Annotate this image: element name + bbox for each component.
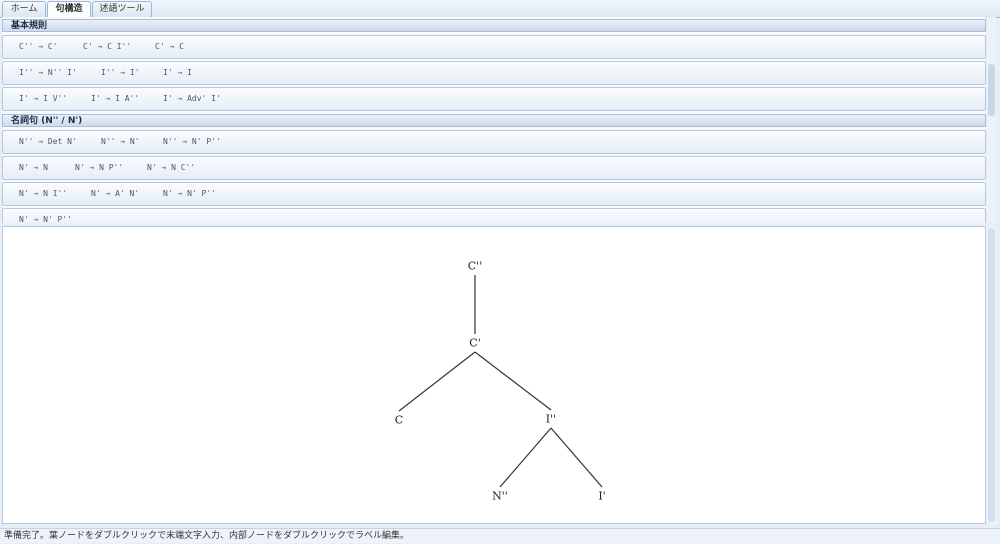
rule-button[interactable]: N' → N' P'' [163,183,216,205]
rule-button[interactable]: N'' → N' [101,131,140,153]
tree-edge [550,427,603,488]
rule-button[interactable]: N'' → N' P'' [163,131,221,153]
section-header-noun-phrase: 名詞句 (N'' / N') [2,114,986,127]
rule-button[interactable]: N' → N P'' [75,157,123,179]
status-bar: 準備完了。葉ノードをダブルクリックで末端文字入力、内部ノードをダブルクリックでラ… [0,528,1000,543]
rule-row: N' → N N' → N P'' N' → N C'' [2,156,986,180]
rule-row: N' → N' P'' [2,208,986,223]
tab-predicate-tool[interactable]: 述語ツール [92,1,152,17]
tree-node[interactable]: N'' [492,490,508,503]
tree-node[interactable]: I'' [546,413,556,426]
tree-edge [398,351,476,412]
tree-canvas-scrollbar-thumb[interactable] [988,228,995,522]
rule-panel: 基本規則 C'' → C' C' → C I'' C' → C I'' → N'… [2,17,986,223]
tab-bar: ホーム 句構造 述語ツール [0,0,1000,18]
rule-button[interactable]: N' → N I'' [19,183,67,205]
rule-button[interactable]: N' → A' N' [91,183,139,205]
tab-home[interactable]: ホーム [2,1,46,17]
rule-panel-scrollbar[interactable] [987,17,996,223]
rule-row: I'' → N'' I' I'' → I' I' → I [2,61,986,85]
status-text: 準備完了。葉ノードをダブルクリックで末端文字入力、内部ノードをダブルクリックでラ… [4,531,410,541]
rule-button[interactable]: N'' → Det N' [19,131,77,153]
rule-button[interactable]: I' → I [163,62,192,84]
rule-panel-scrollbar-thumb[interactable] [988,64,995,116]
rule-row: C'' → C' C' → C I'' C' → C [2,35,986,59]
rule-button[interactable]: I' → I A'' [91,88,139,110]
section-header-basic-rules: 基本規則 [2,19,986,32]
rule-button[interactable]: C'' → C' [19,36,58,58]
rule-button[interactable]: N' → N [19,157,48,179]
tree-node[interactable]: C' [469,337,480,350]
tab-phrase-structure[interactable]: 句構造 [47,1,91,18]
rule-button[interactable]: N' → N C'' [147,157,195,179]
tree-node[interactable]: C'' [468,260,482,273]
rule-button[interactable]: C' → C I'' [83,36,131,58]
rule-button[interactable]: C' → C [155,36,184,58]
tree-node[interactable]: C [395,414,403,427]
tree-node[interactable]: I' [598,490,605,503]
tree-edge [474,351,552,411]
syntax-tree-canvas[interactable]: C'' C' C I'' N'' I' [2,226,986,524]
rule-button[interactable]: N' → N' P'' [19,209,72,223]
tree-edge [499,427,552,488]
rule-row: N'' → Det N' N'' → N' N'' → N' P'' [2,130,986,154]
rule-button[interactable]: I' → I V'' [19,88,67,110]
rule-row: N' → N I'' N' → A' N' N' → N' P'' [2,182,986,206]
rule-row: I' → I V'' I' → I A'' I' → Adv' I' [2,87,986,111]
rule-button[interactable]: I'' → N'' I' [19,62,77,84]
syntax-tree-edges [398,275,603,488]
rule-button[interactable]: I'' → I' [101,62,140,84]
rule-button[interactable]: I' → Adv' I' [163,88,221,110]
